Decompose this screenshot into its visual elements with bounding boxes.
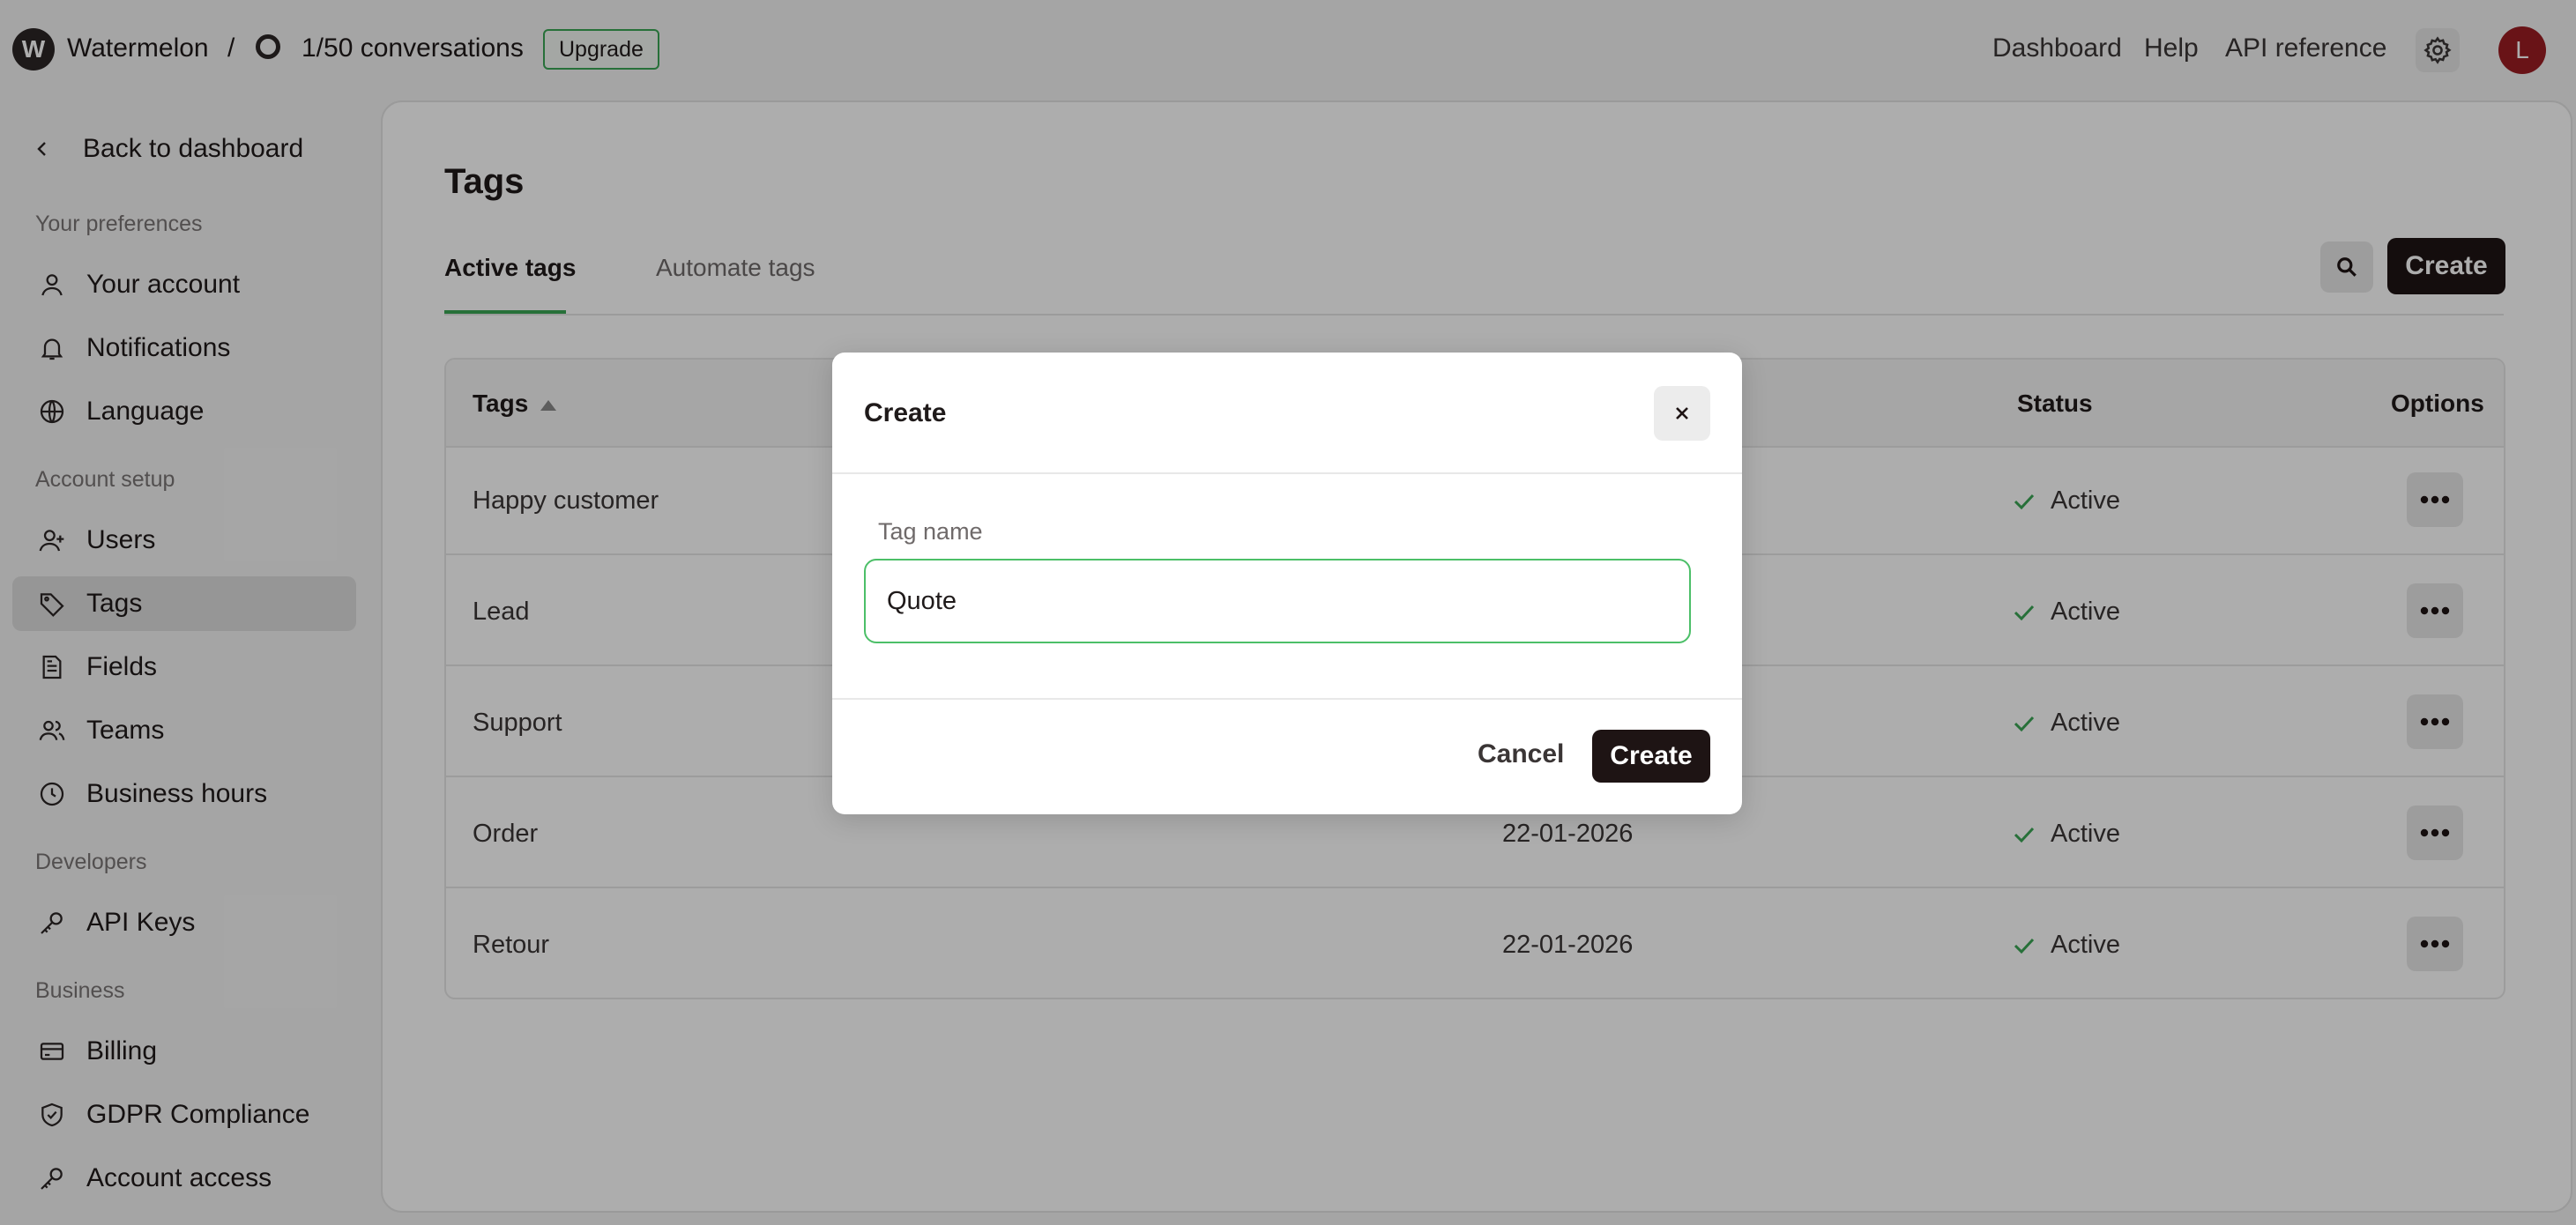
create-tag-dialog: Create Tag name Cancel Create <box>832 353 1742 814</box>
tag-name-label: Tag name <box>878 518 983 545</box>
close-dialog-button[interactable] <box>1654 386 1710 441</box>
submit-create-button[interactable]: Create <box>1592 730 1710 783</box>
dialog-footer-divider <box>832 698 1742 700</box>
dialog-header-divider <box>832 472 1742 474</box>
dialog-title: Create <box>864 398 947 427</box>
tag-name-input[interactable] <box>864 559 1691 643</box>
close-icon <box>1673 405 1691 422</box>
cancel-button[interactable]: Cancel <box>1467 730 1575 779</box>
